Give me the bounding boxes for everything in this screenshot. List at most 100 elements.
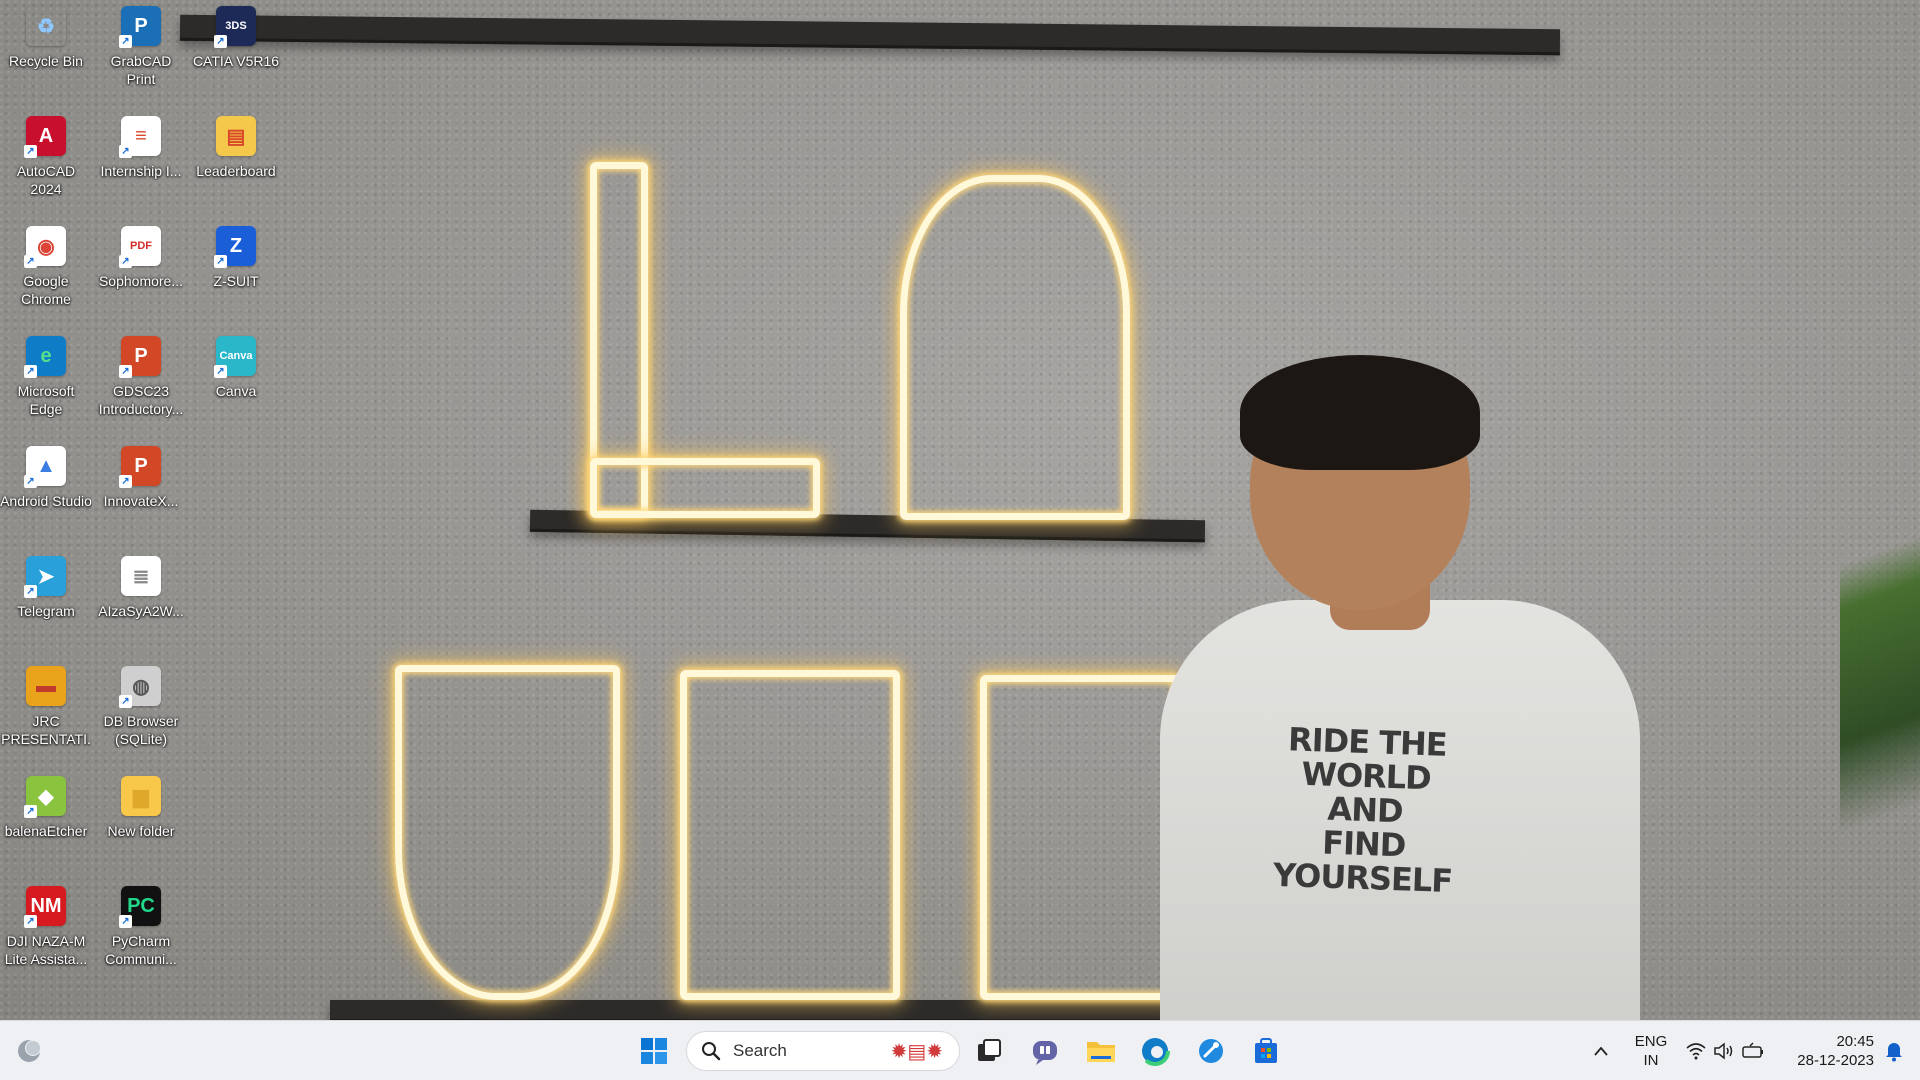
desktop-icon-label: Internship I... [100, 163, 182, 179]
sweater-print: RIDE THE WORLD AND FIND YOURSELF [1242, 720, 1488, 901]
desktop-icon-microsoft-edge[interactable]: e ↗ Microsoft Edge [0, 336, 92, 418]
desktop-icon-balenaetcher[interactable]: ◆ ↗ balenaEtcher [0, 776, 92, 840]
desktop-icon-label: New folder [107, 823, 175, 839]
db-browser-icon: ◍ ↗ [119, 666, 161, 708]
shortcut-arrow-icon: ↗ [24, 475, 37, 488]
neon-letter-l-foot [590, 458, 820, 518]
desktop-icon-label: Telegram [17, 603, 75, 619]
desktop-icon-label: JRC PRESENTATI... [1, 713, 91, 750]
pinned-app-button[interactable] [1190, 1030, 1232, 1072]
desktop-icon-innovatex-ppt[interactable]: P ↗ InnovateX... [95, 446, 187, 510]
file-explorer-button[interactable] [1080, 1030, 1122, 1072]
shortcut-arrow-icon: ↗ [119, 35, 132, 48]
desktop-icon-label: CATIA V5R16 [192, 53, 280, 69]
shortcut-arrow-icon: ↗ [214, 255, 227, 268]
shortcut-arrow-icon: ↗ [24, 365, 37, 378]
desktop-icon-jrc-presentation[interactable]: ▬ JRC PRESENTATI... [0, 666, 92, 750]
clock-date: 28-12-2023 [1797, 1052, 1874, 1069]
desktop-icon-label: Z-SUIT [213, 273, 259, 289]
taskbar: Search ✹▤✹ ENG IN 20:45 28-12-2023 [0, 1020, 1920, 1080]
windows-icon [641, 1038, 667, 1064]
task-view-button[interactable] [968, 1030, 1010, 1072]
start-button[interactable] [633, 1030, 675, 1072]
desktop-icon-canva[interactable]: Canva ↗ Canva [190, 336, 282, 400]
new-folder-icon: ▆ [121, 776, 161, 816]
android-studio-icon: ▲ ↗ [24, 446, 66, 488]
desktop-icon-label: Recycle Bin [9, 53, 83, 69]
volume-icon [1714, 1042, 1733, 1060]
shortcut-arrow-icon: ↗ [119, 145, 132, 158]
search-icon [702, 1042, 721, 1061]
desktop-icon-label: DB Browser (SQLite) [103, 713, 179, 747]
zsuit-icon: Z ↗ [214, 226, 256, 268]
autocad-icon: A ↗ [24, 116, 66, 158]
desktop-icon-leaderboard[interactable]: ▤ Leaderboard [190, 116, 282, 180]
desktop-icon-db-browser[interactable]: ◍ ↗ DB Browser (SQLite) [95, 666, 187, 748]
desktop-icon-recycle-bin[interactable]: ♻ Recycle Bin [0, 6, 92, 70]
desktop-icon-google-chrome[interactable]: ◉ ↗ Google Chrome [0, 226, 92, 308]
wallpaper-shelf-top [179, 14, 1561, 56]
language-region: IN [1643, 1052, 1659, 1069]
leaderboard-icon: ▤ [216, 116, 256, 156]
clock-button[interactable]: 20:45 28-12-2023 [1778, 1032, 1874, 1070]
google-chrome-icon: ◉ ↗ [24, 226, 66, 268]
wifi-icon [1686, 1043, 1706, 1060]
desktop-icon-new-folder[interactable]: ▆ New folder [95, 776, 187, 840]
battery-icon [1742, 1042, 1763, 1058]
desktop-icon-sophomore-pdf[interactable]: PDF ↗ Sophomore... [95, 226, 187, 290]
show-hidden-icons-button[interactable] [1582, 1030, 1620, 1072]
teams-chat-button[interactable] [1024, 1030, 1066, 1072]
sophomore-pdf-icon: PDF ↗ [119, 226, 161, 268]
desktop-icon-label: PyCharm Communi... [105, 933, 177, 967]
desktop-icon-zsuit[interactable]: Z ↗ Z-SUIT [190, 226, 282, 290]
shortcut-arrow-icon: ↗ [24, 255, 37, 268]
wallpaper-plant [1840, 430, 1920, 850]
desktop-icon-gdsc-ppt[interactable]: P ↗ GDSC23 Introductory... [95, 336, 187, 418]
search-placeholder: Search [733, 1041, 787, 1060]
desktop-icon-android-studio[interactable]: ▲ ↗ Android Studio [0, 446, 92, 510]
wallpaper-person-hair [1240, 355, 1480, 470]
sweater-line-1: RIDE THE WORLD [1287, 720, 1448, 798]
canva-icon: Canva ↗ [214, 336, 256, 378]
desktop-icon-grabcad-print[interactable]: P ↗ GrabCAD Print [95, 6, 187, 88]
catia-icon: 3DS ↗ [214, 6, 256, 48]
desktop-icon-label: Sophomore... [98, 273, 184, 289]
pycharm-icon: PC ↗ [119, 886, 161, 928]
recycle-bin-icon: ♻ [26, 6, 66, 46]
desktop-icon-label: AIzaSyA2W... [98, 603, 184, 619]
desktop-icon-internship[interactable]: ≡ ↗ Internship I... [95, 116, 187, 180]
desktop-icon-label: Leaderboard [196, 163, 276, 179]
desktop-icon-label: Canva [215, 383, 257, 399]
task-view-icon [978, 1039, 1001, 1061]
taskbar-search[interactable]: Search ✹▤✹ [686, 1031, 960, 1071]
chevron-up-icon [1594, 1046, 1608, 1056]
shortcut-arrow-icon: ↗ [119, 475, 132, 488]
desktop-icon-dji-nazam[interactable]: NM ↗ DJI NAZA-M Lite Assista... [0, 886, 92, 968]
edge-taskbar-button[interactable] [1134, 1030, 1176, 1072]
clock-time: 20:45 [1836, 1033, 1874, 1050]
shortcut-arrow-icon: ↗ [24, 585, 37, 598]
input-language-button[interactable]: ENG IN [1624, 1032, 1678, 1070]
desktop-icon-telegram[interactable]: ➤ ↗ Telegram [0, 556, 92, 620]
shortcut-arrow-icon: ↗ [24, 145, 37, 158]
desktop-icon-grid: ♻ Recycle Bin P ↗ GrabCAD Print 3DS ↗ CATIA V5R… [0, 0, 300, 1000]
desktop-icon-label: Google Chrome [21, 273, 71, 307]
desktop-icon-label: Android Studio [0, 493, 92, 509]
shortcut-arrow-icon: ↗ [119, 915, 132, 928]
balenaetcher-icon: ◆ ↗ [24, 776, 66, 818]
widgets-button[interactable] [8, 1030, 50, 1072]
gdsc-ppt-icon: P ↗ [119, 336, 161, 378]
quick-settings-button[interactable] [1684, 1030, 1766, 1072]
shortcut-arrow-icon: ↗ [119, 695, 132, 708]
desktop-icon-autocad[interactable]: A ↗ AutoCAD 2024 [0, 116, 92, 198]
sweater-line-3: FIND YOURSELF [1272, 823, 1453, 901]
desktop-icon-label: GDSC23 Introductory... [98, 383, 184, 417]
innovatex-ppt-icon: P ↗ [119, 446, 161, 488]
desktop-icon-aizasya2w-file[interactable]: ≣ AIzaSyA2W... [95, 556, 187, 620]
microsoft-store-button[interactable] [1245, 1030, 1287, 1072]
desktop-icon-catia[interactable]: 3DS ↗ CATIA V5R16 [190, 6, 282, 70]
notifications-button[interactable] [1876, 1030, 1912, 1072]
shortcut-arrow-icon: ↗ [214, 365, 227, 378]
desktop-icon-pycharm[interactable]: PC ↗ PyCharm Communi... [95, 886, 187, 968]
neon-letter-e [980, 675, 1180, 1000]
